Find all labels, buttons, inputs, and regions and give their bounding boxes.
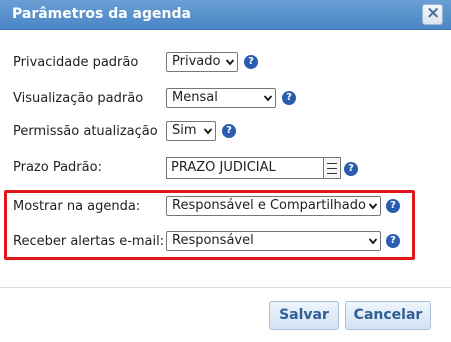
update-permission-label: Permissão atualização [13,124,158,139]
list-icon-line [327,163,337,164]
help-icon[interactable]: ? [386,234,400,248]
show-in-agenda-select[interactable]: Responsável e Compartilhado [166,196,381,216]
cancel-button[interactable]: Cancelar [345,301,431,330]
update-permission-select-value: Sim [172,123,197,138]
email-alerts-select-value: Responsável [172,233,254,248]
list-icon-line [327,168,337,169]
list-picker-button[interactable] [323,157,341,179]
dialog-title: Parâmetros da agenda [12,6,191,22]
footer-divider [0,287,451,288]
update-permission-select[interactable]: Sim [166,121,216,141]
help-icon[interactable]: ? [244,55,258,69]
deadline-input-value: PRAZO JUDICIAL [171,160,276,175]
help-icon[interactable]: ? [222,124,236,138]
chevron-down-icon [369,203,377,210]
chevron-down-icon [204,128,212,135]
chevron-down-icon [369,238,377,245]
list-icon-line [327,173,337,174]
show-in-agenda-row: Mostrar na agenda: Responsável e Compart… [0,196,451,220]
close-button[interactable]: × [422,3,443,25]
help-icon[interactable]: ? [344,162,358,176]
email-alerts-label: Receber alertas e-mail: [13,234,165,249]
privacy-row: Privacidade padrão Privado ? [0,52,451,76]
email-alerts-select[interactable]: Responsável [166,231,381,251]
deadline-label: Prazo Padrão: [13,160,102,175]
view-select[interactable]: Mensal [166,88,276,108]
dialog-titlebar: Parâmetros da agenda × [0,0,451,30]
view-select-value: Mensal [172,90,218,105]
show-in-agenda-select-value: Responsável e Compartilhado [172,198,366,213]
deadline-input[interactable]: PRAZO JUDICIAL [166,157,324,179]
help-icon[interactable]: ? [282,91,296,105]
privacy-select-value: Privado [172,54,221,69]
privacy-label: Privacidade padrão [13,55,139,70]
update-permission-row: Permissão atualização Sim ? [0,121,451,145]
close-icon: × [426,3,441,23]
save-button[interactable]: Salvar [269,301,339,330]
help-icon[interactable]: ? [386,199,400,213]
email-alerts-row: Receber alertas e-mail: Responsável ? [0,231,451,255]
view-label: Visualização padrão [13,91,144,106]
deadline-row: Prazo Padrão: PRAZO JUDICIAL ? [0,157,451,181]
privacy-select[interactable]: Privado [166,52,238,72]
view-row: Visualização padrão Mensal ? [0,88,451,112]
chevron-down-icon [226,59,234,66]
chevron-down-icon [264,95,272,102]
show-in-agenda-label: Mostrar na agenda: [13,199,141,214]
